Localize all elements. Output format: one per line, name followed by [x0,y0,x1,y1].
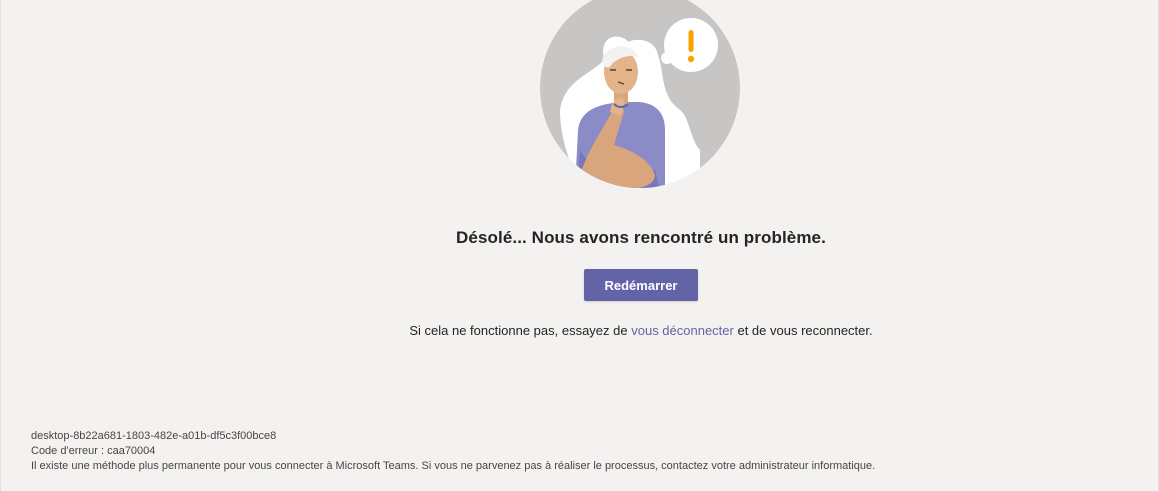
restart-button[interactable]: Redémarrer [584,269,698,301]
error-code: Code d'erreur : caa70004 [31,445,156,457]
session-id: desktop-8b22a681-1803-482e-a01b-df5c3f00… [31,430,277,442]
confused-person-illustration [540,0,740,188]
info-text: Il existe une méthode plus permanente po… [31,460,876,472]
error-headline: Désolé... Nous avons rencontré un problè… [456,228,826,247]
exclamation-icon [687,30,695,63]
sign-out-hint: Si cela ne fonctionne pas, essayez de vo… [0,323,1159,338]
hint-text-after: et de vous reconnecter. [733,323,873,338]
diagnostic-footer: desktop-8b22a681-1803-482e-a01b-df5c3f00… [31,429,875,474]
sign-out-link[interactable]: vous déconnecter [631,323,734,338]
hint-text-before: Si cela ne fonctionne pas, essayez de [409,323,632,338]
